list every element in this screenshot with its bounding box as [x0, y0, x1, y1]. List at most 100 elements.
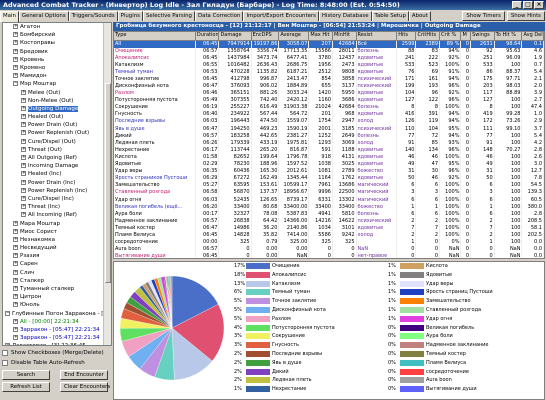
- table-row[interactable]: Надменное заклинание 06:57 26838 64.42 14366…: [114, 217, 544, 225]
- column-header[interactable]: Average: [278, 32, 310, 41]
- tree-node[interactable]: + Power Drain (Out): [3, 121, 111, 129]
- expand-icon[interactable]: +: [21, 163, 26, 169]
- checkbox[interactable]: [2, 349, 8, 356]
- tab-0[interactable]: Main: [0, 11, 19, 22]
- tree-node[interactable]: + Рзазия: [3, 252, 111, 260]
- tree-node[interactable]: + Melee (Out): [3, 89, 111, 97]
- column-header[interactable]: Swings: [470, 32, 495, 41]
- tree-node[interactable]: + Non-Melee (Out): [3, 97, 111, 105]
- end-encounter-button[interactable]: End Encounter: [60, 370, 108, 380]
- maximize-button[interactable]: □: [523, 1, 533, 9]
- expand-icon[interactable]: +: [13, 64, 18, 70]
- column-header[interactable]: CritHits: [415, 32, 441, 41]
- tree-node[interactable]: + Healed (Out): [3, 113, 111, 121]
- tree-node[interactable]: + Незнакомка: [3, 236, 111, 244]
- tree-node[interactable]: + All - [00:00] 22:21:34: [3, 318, 111, 326]
- expand-icon[interactable]: +: [21, 122, 26, 128]
- tab-1[interactable]: General Options: [18, 11, 69, 21]
- expand-icon[interactable]: +: [13, 302, 18, 308]
- expand-icon[interactable]: +: [13, 236, 18, 242]
- tree-node[interactable]: + Миос Сорист: [3, 228, 111, 236]
- tree-node[interactable]: + Power Replenish (Inc): [3, 187, 111, 195]
- tree-node[interactable]: + Power Replenish (Out): [3, 129, 111, 137]
- expand-icon[interactable]: +: [21, 105, 26, 111]
- table-row[interactable]: Ледяная плеть 06:26 179339 433.19 1975.81 129…: [114, 139, 544, 147]
- table-row[interactable]: Дисконфизный нота 06:47 376093 906.02 1884.8…: [114, 82, 544, 91]
- expand-icon[interactable]: +: [13, 245, 18, 251]
- tree-node[interactable]: + All Incoming (Ref): [3, 211, 111, 219]
- tree-node[interactable]: + Сталкер: [3, 277, 111, 285]
- expand-icon[interactable]: +: [21, 204, 26, 210]
- tree-node[interactable]: − Глубинные Погон Зарракона - [2 ...: [3, 310, 111, 318]
- expand-icon[interactable]: +: [13, 48, 18, 54]
- show-timers-button[interactable]: Show Timers: [462, 11, 505, 21]
- tab-5[interactable]: Data Correction: [194, 11, 244, 21]
- column-header[interactable]: Type: [114, 32, 196, 41]
- tree-node[interactable]: + Мамидон: [3, 72, 111, 80]
- table-row[interactable]: Катаклизм 06:55 1016482 2636.43 2686.75 1956 2…: [114, 61, 544, 69]
- column-header[interactable]: Duration: [195, 32, 220, 41]
- disable-autorefresh-option[interactable]: Disable Table Auto-Refresh: [2, 358, 112, 368]
- tree-node[interactable]: + Бредовик: [3, 48, 111, 56]
- collapse-icon[interactable]: −: [5, 343, 10, 345]
- tree-node[interactable]: + Туманный сталкер: [3, 285, 111, 293]
- tree-node[interactable]: + Outgoing Damage: [3, 105, 111, 113]
- show-hints-button[interactable]: Show Hints: [506, 11, 545, 21]
- table-row[interactable]: Ярость страников Пустоши 06:29 67272 162.49…: [114, 175, 544, 183]
- minimize-button[interactable]: _: [512, 1, 522, 9]
- expand-icon[interactable]: +: [21, 155, 26, 160]
- column-header[interactable]: Max Hit: [308, 32, 333, 41]
- close-button[interactable]: ×: [534, 1, 544, 9]
- table-row[interactable]: Точное заклятие 06:45 412798 996.87 2413.47 8…: [114, 75, 544, 83]
- table-row[interactable]: Апокалипсис 06:45 1437984 3473.74 6477.41 378…: [114, 54, 544, 62]
- table-row[interactable]: Потусторонняя пустота 05:49 307355 742.40 24…: [114, 97, 544, 105]
- tree-node[interactable]: + Цитрон: [3, 293, 111, 301]
- expand-icon[interactable]: +: [21, 97, 26, 103]
- tab-2[interactable]: Triggers/Sounds: [68, 11, 118, 21]
- tree-node[interactable]: + Зарракон - [05:47] 22:21:34: [3, 326, 111, 334]
- expand-icon[interactable]: +: [13, 228, 18, 234]
- tab-8[interactable]: Table Setup: [371, 11, 409, 21]
- table-row[interactable]: Дикий 06:57 183258 442.65 2381.27 1252 2649 бол…: [114, 132, 544, 140]
- search-button[interactable]: Search: [2, 370, 50, 380]
- expand-icon[interactable]: +: [13, 40, 18, 46]
- tab-7[interactable]: History Database: [318, 11, 372, 21]
- column-header[interactable]: M: [460, 32, 472, 41]
- expand-icon[interactable]: +: [13, 220, 18, 226]
- expand-icon[interactable]: +: [13, 269, 18, 275]
- table-row[interactable]: Очищение 06:57 1358764 3356.74 17713.35 15586…: [114, 47, 544, 55]
- tab-4[interactable]: Selective Parsing: [142, 11, 195, 21]
- collapse-icon[interactable]: −: [13, 81, 18, 87]
- table-row[interactable]: Нехрестание 06:17 113744 265.20 816.87 591 118…: [114, 146, 544, 154]
- expand-icon[interactable]: +: [13, 253, 18, 259]
- expand-icon[interactable]: +: [13, 326, 18, 332]
- table-row[interactable]: All 06:45 7947914 19197.86 3058.07 207 42684 Вс…: [114, 40, 544, 48]
- expand-icon[interactable]: +: [13, 24, 18, 29]
- column-header[interactable]: Crit %: [439, 32, 462, 41]
- column-header[interactable]: To Hit %: [494, 32, 523, 41]
- expand-icon[interactable]: +: [21, 146, 26, 152]
- expand-icon[interactable]: +: [21, 114, 26, 120]
- table-row[interactable]: Удар веры 06:35 60436 165.30 2012.61 1081 2789…: [114, 168, 544, 176]
- table-row[interactable]: сосредоточение 00:00 325 0.79 325.00 325 325 1 0…: [114, 239, 544, 247]
- table-row[interactable]: Сокрушение 06:19 255227 616.49 31903.38 21024…: [114, 104, 544, 112]
- expand-icon[interactable]: +: [21, 195, 26, 201]
- table-row[interactable]: Ядовитые 02:29 78230 188.96 1597.52 1038 3025 я…: [114, 161, 544, 169]
- tree-node[interactable]: + Cure/Dispel (Out): [3, 138, 111, 146]
- table-row[interactable]: Пламя Велиуса 06:45 14828 35.82 7414.00 5586 9…: [114, 231, 544, 240]
- tree-node[interactable]: + Threat (Out): [3, 146, 111, 154]
- expand-icon[interactable]: +: [13, 73, 18, 79]
- tab-9[interactable]: About: [408, 11, 431, 21]
- column-header[interactable]: Resist: [356, 32, 398, 41]
- expand-icon[interactable]: +: [13, 294, 18, 300]
- expand-icon[interactable]: +: [21, 212, 26, 218]
- tab-6[interactable]: Import/Export Encounters: [243, 11, 319, 21]
- encounter-tree[interactable]: + Агатон + Бомбирский + Костоправы + Бредовик + К…: [2, 22, 112, 346]
- table-row[interactable]: Вытягивание души 06:45 0 0.00 NaN 0 0 нет-право…: [114, 253, 544, 258]
- tree-node[interactable]: + Юноль: [3, 301, 111, 309]
- tree-node[interactable]: + Несведущий: [3, 244, 111, 252]
- damage-table[interactable]: Type Duration Damage EncDPS Average Max Hit Mi…: [113, 31, 545, 259]
- checkbox[interactable]: [2, 359, 8, 366]
- column-header[interactable]: Hits: [396, 32, 417, 41]
- expand-icon[interactable]: +: [13, 318, 18, 324]
